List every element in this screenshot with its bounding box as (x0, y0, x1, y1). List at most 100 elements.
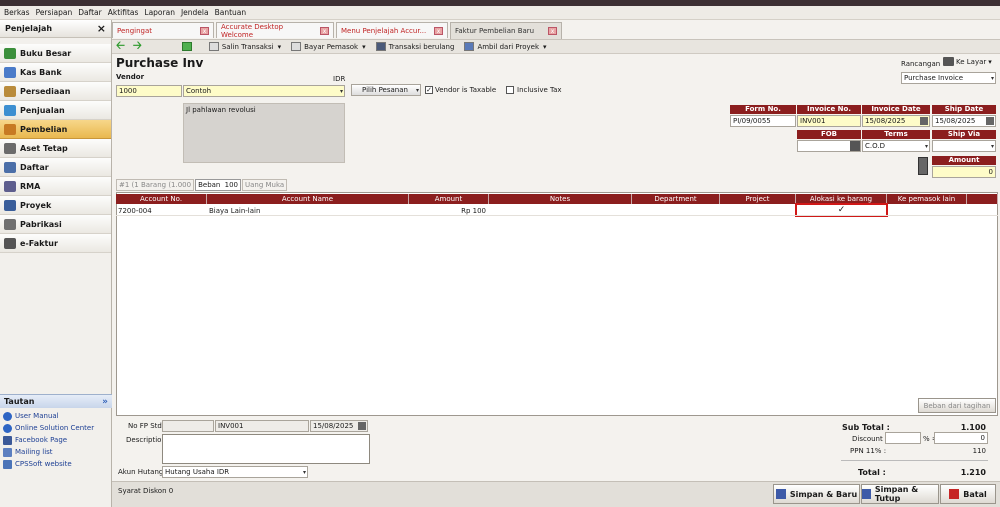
menu-persiapan[interactable]: Persiapan (36, 8, 73, 17)
sidebar-close-icon[interactable]: × (97, 22, 106, 35)
col-project[interactable]: Project (720, 194, 796, 204)
back-arrow-icon[interactable]: 🡠 (116, 37, 125, 56)
dropdown-button-icon[interactable] (850, 141, 860, 151)
col-amount[interactable]: Amount (409, 194, 489, 204)
col-account-no[interactable]: Account No. (116, 194, 207, 204)
menu-laporan[interactable]: Laporan (144, 8, 175, 17)
close-icon[interactable]: x (200, 26, 209, 35)
sidebar-item-daftar[interactable]: Daftar (0, 158, 111, 177)
fob-header: FOB (797, 130, 861, 139)
ap-account-select[interactable]: Hutang Usaha IDR ▾ (162, 466, 308, 478)
fp-date-field[interactable]: 15/08/2025 (310, 420, 368, 432)
ap-account-label: Akun Hutang (118, 468, 164, 476)
cancel-button[interactable]: Batal (940, 484, 996, 504)
to-screen-button[interactable]: Ke Layar ▾ (943, 57, 992, 66)
menu-bantuan[interactable]: Bantuan (215, 8, 247, 17)
menu-aktifitas[interactable]: Aktifitas (108, 8, 139, 17)
collapse-chevron-icon[interactable]: » (102, 397, 108, 407)
fp-number-field[interactable] (162, 420, 214, 432)
sidebar-item-pabrikasi[interactable]: Pabrikasi (0, 215, 111, 234)
link-cpssoft-website[interactable]: CPSSoft website (0, 458, 112, 470)
copy-transaction-button[interactable]: Salin Transaksi ▾ (208, 42, 281, 51)
inclusive-tax-checkbox[interactable]: Inclusive Tax (506, 86, 562, 94)
recurring-transaction-button[interactable]: Transaksi berulang (375, 42, 454, 51)
tab-welcome[interactable]: Accurate Desktop Welcome x (216, 22, 334, 39)
tab-menu-penjelajah[interactable]: Menu Penjelajah Accur... x (336, 22, 448, 38)
pay-vendor-button[interactable]: Bayar Pemasok ▾ (291, 42, 366, 51)
ship-date-field[interactable]: 15/08/2025 (932, 115, 996, 127)
vendor-taxable-checkbox[interactable]: ✓ Vendor is Taxable (425, 86, 496, 94)
vendor-code-field[interactable]: 1000 (116, 85, 182, 97)
invoice-no-field[interactable]: INV001 (797, 115, 861, 127)
sidebar-item-e-faktur[interactable]: e-Faktur (0, 234, 111, 253)
menu-jendela[interactable]: Jendela (181, 8, 209, 17)
sidebar-item-label: RMA (20, 181, 41, 191)
ship-via-select[interactable]: ▾ (932, 140, 996, 152)
sidebar-item-proyek[interactable]: Proyek (0, 196, 111, 215)
row-amount[interactable]: Rp 100 (409, 207, 486, 215)
menu-berkas[interactable]: Berkas (4, 8, 30, 17)
chevron-down-icon: ▾ (990, 143, 994, 150)
pick-order-button[interactable]: Pilih Pesanan ▾ (351, 84, 421, 96)
forward-arrow-icon[interactable]: 🡢 (133, 37, 142, 56)
copy-icon[interactable] (181, 42, 192, 51)
description-field[interactable] (162, 434, 370, 464)
save-close-button[interactable]: Simpan & Tutup (861, 484, 939, 504)
col-account-name[interactable]: Account Name (207, 194, 409, 204)
discount-amount-field[interactable]: 0 (934, 432, 988, 444)
link-online-solution-center[interactable]: Online Solution Center (0, 422, 112, 434)
link-mailing-list[interactable]: Mailing list (0, 446, 112, 458)
sidebar-item-aset-tetap[interactable]: Aset Tetap (0, 139, 111, 158)
sidebar-item-penjualan[interactable]: Penjualan (0, 101, 111, 120)
vendor-address[interactable]: Jl pahlawan revolusi (183, 103, 345, 163)
col-notes[interactable]: Notes (489, 194, 632, 204)
terms-select[interactable]: C.O.D ▾ (862, 140, 930, 152)
calculator-icon[interactable] (918, 157, 928, 175)
row-account-no[interactable]: 7200-004 (118, 207, 152, 215)
ppn-value: 110 (972, 447, 986, 455)
calendar-icon[interactable] (986, 117, 994, 125)
fp-invoice-field[interactable]: INV001 (215, 420, 309, 432)
links-panel-header[interactable]: Tautan » (0, 394, 112, 408)
col-department[interactable]: Department (632, 194, 720, 204)
link-label: Mailing list (15, 448, 53, 456)
save-new-button[interactable]: Simpan & Baru (773, 484, 860, 504)
close-icon[interactable]: x (434, 26, 443, 35)
tab-items[interactable]: #1 (1 Barang (1.000 (116, 179, 195, 191)
tab-expense[interactable]: Beban 100 (195, 179, 241, 191)
sidebar-item-persediaan[interactable]: Persediaan (0, 82, 111, 101)
tab-down-payment[interactable]: Uang Muka (241, 179, 288, 191)
invoice-date-header: Invoice Date (862, 105, 930, 114)
page-title: Purchase Inv (116, 56, 204, 70)
calendar-icon[interactable] (358, 422, 366, 430)
expense-from-bill-button[interactable]: Beban dari tagihan (918, 398, 996, 413)
fob-select[interactable] (797, 140, 861, 152)
link-user-manual[interactable]: User Manual (0, 410, 112, 422)
close-icon[interactable]: x (320, 26, 329, 35)
sidebar-item-buku-besar[interactable]: Buku Besar (0, 44, 111, 63)
design-label: Rancangan (901, 60, 941, 68)
amount-field[interactable]: 0 (932, 166, 996, 178)
ship-date-value: 15/08/2025 (935, 117, 976, 125)
invoice-date-field[interactable]: 15/08/2025 (862, 115, 930, 127)
menu-daftar[interactable]: Daftar (78, 8, 102, 17)
form-no-field[interactable]: PI/09/0055 (730, 115, 796, 127)
from-project-button[interactable]: Ambil dari Proyek ▾ (464, 42, 547, 51)
discount-percent-field[interactable] (885, 432, 921, 444)
link-facebook-page[interactable]: Facebook Page (0, 434, 112, 446)
tab-faktur-pembelian[interactable]: Faktur Pembelian Baru x (450, 22, 562, 39)
address-text: Jl pahlawan revolusi (186, 106, 256, 114)
sidebar-item-label: Penjualan (20, 105, 65, 115)
chevron-down-icon: ▾ (988, 57, 992, 66)
close-icon[interactable]: x (548, 27, 557, 35)
vendor-name-field[interactable]: Contoh ▾ (183, 85, 345, 97)
sidebar-item-rma[interactable]: RMA (0, 177, 111, 196)
col-other-vendor[interactable]: Ke pemasok lain (887, 194, 967, 204)
sidebar-item-pembelian[interactable]: Pembelian (0, 120, 111, 139)
row-account-name[interactable]: Biaya Lain-lain (209, 207, 260, 215)
terms-header: Terms (862, 130, 930, 139)
sidebar-item-kas-bank[interactable]: Kas Bank (0, 63, 111, 82)
template-select[interactable]: Purchase Invoice ▾ (901, 72, 996, 84)
calendar-icon[interactable] (920, 117, 928, 125)
tab-pengingat[interactable]: Pengingat x (112, 22, 214, 38)
